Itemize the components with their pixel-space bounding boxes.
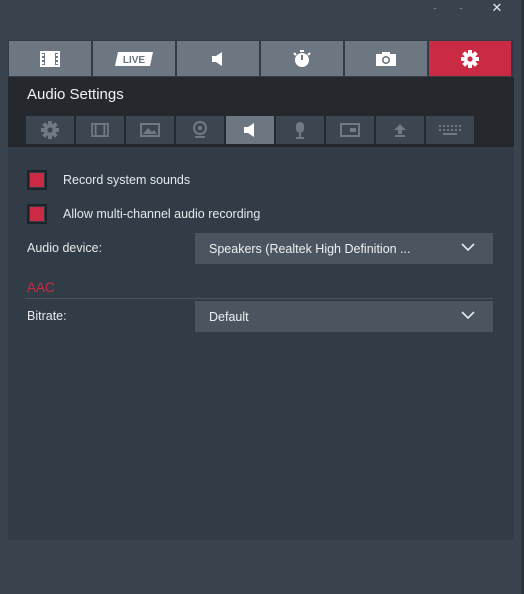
subtab-video[interactable] [76,116,124,144]
film-icon [91,123,109,137]
timer-icon [293,49,311,67]
subtab-upload[interactable] [376,116,424,144]
upload-icon [394,124,406,137]
subtab-webcam[interactable] [176,116,224,144]
gear-icon [41,121,59,139]
tab-live[interactable]: LIVE [93,41,175,76]
subtab-general[interactable] [26,116,74,144]
bitrate-value: Default [209,309,249,324]
subtab-overlay[interactable] [326,116,374,144]
chevron-down-icon [461,243,475,252]
speaker-icon [212,51,222,66]
subtab-microphone[interactable] [276,116,324,144]
close-button[interactable]: ✕ [484,0,510,16]
gear-icon [461,49,479,68]
checkbox-check [30,173,44,187]
checkbox-box[interactable] [27,170,47,190]
aac-section-title: AAC [27,280,55,295]
live-icon: LIVE [115,51,153,66]
settings-panel: LIVE Audio Settings Record system sounds… [8,40,514,540]
audio-device-value: Speakers (Realtek High Definition ... [209,241,411,256]
multichannel-audio-label: Allow multi-channel audio recording [63,207,261,221]
overlay-icon [340,123,360,137]
subtab-audio[interactable] [226,116,274,144]
tab-video[interactable] [9,41,91,76]
microphone-icon [296,122,304,139]
checkbox-check [30,207,44,221]
page-title: Audio Settings [27,86,124,103]
film-icon [40,50,60,67]
chevron-down-icon [461,311,475,320]
main-tabs: LIVE [8,40,514,78]
image-icon [140,123,160,137]
multichannel-audio-checkbox[interactable]: Allow multi-channel audio recording [27,201,260,227]
subtab-hotkeys[interactable] [426,116,474,144]
bitrate-dropdown[interactable]: Default [195,301,493,332]
webcam-icon [193,121,207,138]
section-divider [25,298,493,299]
keyboard-icon [439,125,461,135]
tab-screenshot[interactable] [345,41,427,76]
maximize-button[interactable]: - [448,0,474,16]
camera-icon [376,51,396,66]
audio-device-dropdown[interactable]: Speakers (Realtek High Definition ... [195,233,493,264]
tab-timer[interactable] [261,41,343,76]
minimize-button[interactable]: - [422,0,448,16]
subtab-image[interactable] [126,116,174,144]
tab-settings[interactable] [429,41,511,76]
audio-device-label: Audio device: [27,241,103,255]
record-system-sounds-checkbox[interactable]: Record system sounds [27,167,190,193]
live-label: LIVE [123,55,146,66]
speaker-icon [244,123,254,137]
checkbox-box[interactable] [27,204,47,224]
tab-audio[interactable] [177,41,259,76]
record-system-sounds-label: Record system sounds [63,173,191,187]
bitrate-label: Bitrate: [27,309,67,323]
